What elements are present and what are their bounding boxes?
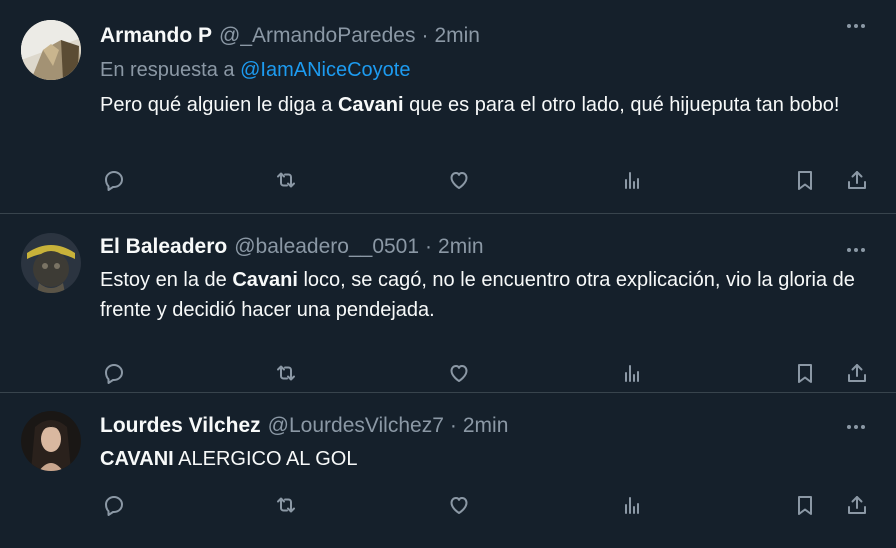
timestamp[interactable]: 2min [434,22,480,50]
avatar[interactable] [21,233,81,293]
tweet[interactable]: El Baleadero @baleadero__0501 · 2min Est… [0,214,896,393]
tweet-content: Lourdes Vilchez @LourdesVilchez7 · 2min … [100,412,876,474]
tweet-text-after: que es para el otro lado, qué hijueputa … [403,94,840,116]
separator-dot: · [449,414,457,437]
tweet-content: Armando P @_ArmandoParedes · 2min En res… [100,22,876,120]
tweet-actions [100,166,876,194]
avatar[interactable] [21,20,81,80]
retweet-icon[interactable] [272,491,300,519]
more-icon[interactable] [844,238,868,262]
bookmark-icon[interactable] [791,491,819,519]
tweet-text-before: Pero qué alguien le diga a [100,94,338,116]
separator-dot: · [425,235,433,258]
share-icon[interactable] [843,491,871,519]
reply-icon[interactable] [100,166,128,194]
tweet-text-highlight: Cavani [337,94,404,116]
bookmark-icon[interactable] [791,166,819,194]
timestamp[interactable]: 2min [438,233,484,261]
author-name[interactable]: Lourdes Vilchez [100,412,261,440]
reply-context: En respuesta a @IamANiceCoyote [100,56,876,84]
tweet-header: Armando P @_ArmandoParedes · 2min [100,22,876,50]
author-name[interactable]: El Baleadero [100,233,227,261]
tweet-text-highlight: CAVANI [100,448,174,470]
more-icon[interactable] [844,415,868,439]
retweet-icon[interactable] [272,359,300,387]
bookmark-icon[interactable] [791,359,819,387]
reply-mention-link[interactable]: @IamANiceCoyote [240,59,410,81]
author-handle[interactable]: @baleadero__0501 [234,233,419,261]
author-name[interactable]: Armando P [100,22,212,50]
more-icon[interactable] [844,14,868,38]
tweet-content: El Baleadero @baleadero__0501 · 2min Est… [100,233,876,325]
avatar-image [21,20,81,80]
views-icon[interactable] [618,359,646,387]
share-icon[interactable] [843,166,871,194]
tweet[interactable]: Armando P @_ArmandoParedes · 2min En res… [0,0,896,214]
timestamp[interactable]: 2min [463,412,509,440]
tweet-actions [100,359,876,387]
tweet-text-before: Estoy en la de [100,269,233,291]
author-handle[interactable]: @LourdesVilchez7 [268,412,444,440]
avatar-image [21,411,81,471]
tweet-text: CAVANI ALERGICO AL GOL [100,444,876,474]
like-icon[interactable] [445,166,473,194]
reply-icon[interactable] [100,491,128,519]
tweet-header: El Baleadero @baleadero__0501 · 2min [100,233,876,261]
author-handle[interactable]: @_ArmandoParedes [219,22,415,50]
avatar[interactable] [21,411,81,471]
like-icon[interactable] [445,359,473,387]
reply-icon[interactable] [100,359,128,387]
retweet-icon[interactable] [272,166,300,194]
tweet-text-after: ALERGICO AL GOL [173,448,358,470]
tweet[interactable]: Lourdes Vilchez @LourdesVilchez7 · 2min … [0,393,896,548]
avatar-image [21,233,81,293]
tweet-feed: Armando P @_ArmandoParedes · 2min En res… [0,0,896,548]
share-icon[interactable] [843,359,871,387]
tweet-text: Pero qué alguien le diga a Cavani que es… [100,90,876,120]
reply-prefix: En respuesta a [100,59,235,81]
tweet-header: Lourdes Vilchez @LourdesVilchez7 · 2min [100,412,876,440]
tweet-text-highlight: Cavani [232,269,298,291]
separator-dot: · [421,24,429,47]
views-icon[interactable] [618,166,646,194]
views-icon[interactable] [618,491,646,519]
tweet-text: Estoy en la de Cavani loco, se cagó, no … [100,265,876,325]
tweet-actions [100,491,876,519]
like-icon[interactable] [445,491,473,519]
